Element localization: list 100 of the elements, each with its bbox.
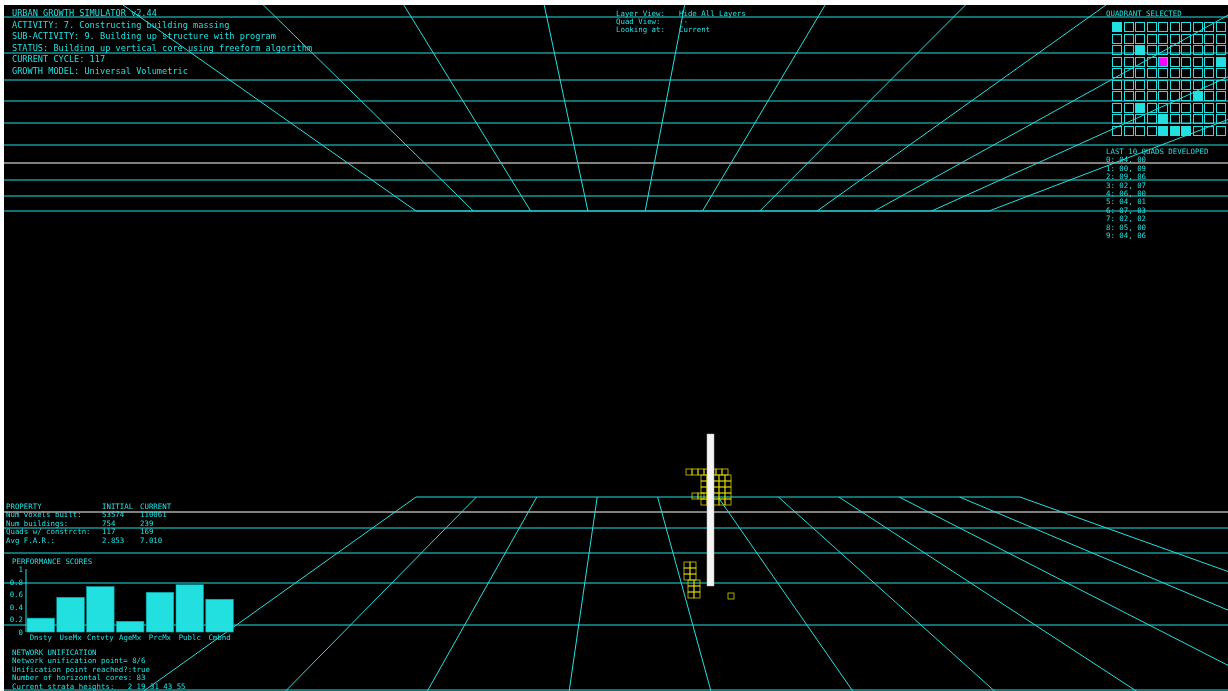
quadrant-cell[interactable] bbox=[1135, 79, 1145, 90]
quadrant-cell[interactable] bbox=[1192, 125, 1203, 136]
quadrant-cell[interactable] bbox=[1158, 79, 1168, 90]
quadrant-cell[interactable] bbox=[1112, 102, 1122, 113]
quadrant-cell[interactable] bbox=[1112, 125, 1122, 136]
quadrant-cell[interactable] bbox=[1146, 114, 1157, 125]
quadrant-cell[interactable] bbox=[1135, 114, 1145, 125]
quadrant-cell[interactable] bbox=[1169, 114, 1180, 125]
quadrant-cell[interactable] bbox=[1158, 68, 1168, 79]
quadrant-cell[interactable] bbox=[1181, 22, 1191, 33]
quadrant-cell[interactable] bbox=[1158, 45, 1168, 56]
quadrant-cell[interactable] bbox=[1192, 79, 1203, 90]
quadrant-cell[interactable] bbox=[1158, 125, 1168, 136]
quadrant-cell[interactable] bbox=[1215, 22, 1226, 33]
quadrant-cell[interactable] bbox=[1204, 91, 1214, 102]
quadrant-cell[interactable] bbox=[1169, 45, 1180, 56]
quadrant-cell[interactable] bbox=[1204, 114, 1214, 125]
quadrant-cell[interactable] bbox=[1215, 33, 1226, 44]
quadrant-cell[interactable] bbox=[1204, 125, 1214, 136]
quadrant-cell[interactable] bbox=[1181, 79, 1191, 90]
quadrant-cell[interactable] bbox=[1112, 68, 1122, 79]
quadrant-cell[interactable] bbox=[1123, 125, 1134, 136]
quadrant-cell[interactable] bbox=[1181, 68, 1191, 79]
quadrant-cell[interactable] bbox=[1181, 33, 1191, 44]
quadrant-cell[interactable] bbox=[1204, 102, 1214, 113]
quadrant-cell[interactable] bbox=[1215, 114, 1226, 125]
quadrant-cell[interactable] bbox=[1112, 22, 1122, 33]
quadrant-cell[interactable] bbox=[1192, 114, 1203, 125]
quadrant-cell[interactable] bbox=[1135, 56, 1145, 67]
quadrant-cell[interactable] bbox=[1146, 22, 1157, 33]
quadrant-cell[interactable] bbox=[1204, 79, 1214, 90]
quadrant-cell[interactable] bbox=[1146, 102, 1157, 113]
quadrant-cell[interactable] bbox=[1146, 79, 1157, 90]
quadrant-cell[interactable] bbox=[1123, 22, 1134, 33]
quadrant-cell[interactable] bbox=[1192, 33, 1203, 44]
quadrant-cell[interactable] bbox=[1215, 68, 1226, 79]
quadrant-cell[interactable] bbox=[1181, 45, 1191, 56]
quadrant-cell[interactable] bbox=[1158, 102, 1168, 113]
quadrant-cell[interactable] bbox=[1169, 91, 1180, 102]
quadrant-cell[interactable] bbox=[1215, 45, 1226, 56]
quadrant-cell[interactable] bbox=[1158, 114, 1168, 125]
quadrant-cell[interactable] bbox=[1169, 125, 1180, 136]
quadrant-cell[interactable] bbox=[1146, 45, 1157, 56]
quadrant-cell[interactable] bbox=[1181, 102, 1191, 113]
quadrant-cell[interactable] bbox=[1146, 56, 1157, 67]
quadrant-cell[interactable] bbox=[1204, 68, 1214, 79]
quadrant-cell[interactable] bbox=[1192, 45, 1203, 56]
quadrant-cell[interactable] bbox=[1123, 91, 1134, 102]
quadrant-cell[interactable] bbox=[1192, 68, 1203, 79]
quadrant-cell[interactable] bbox=[1204, 56, 1214, 67]
quadrant-cell[interactable] bbox=[1135, 33, 1145, 44]
quadrant-cell[interactable] bbox=[1192, 22, 1203, 33]
quadrant-cell[interactable] bbox=[1112, 114, 1122, 125]
quadrant-cell[interactable] bbox=[1204, 45, 1214, 56]
quadrant-cell[interactable] bbox=[1135, 45, 1145, 56]
quadrant-cell[interactable] bbox=[1181, 114, 1191, 125]
quadrant-cell[interactable] bbox=[1123, 79, 1134, 90]
quadrant-cell[interactable] bbox=[1123, 33, 1134, 44]
quadrant-cell[interactable] bbox=[1169, 68, 1180, 79]
quadrant-cell[interactable] bbox=[1215, 91, 1226, 102]
quadrant-cell[interactable] bbox=[1215, 102, 1226, 113]
quadrant-cell[interactable] bbox=[1158, 56, 1168, 67]
quadrant-cell[interactable] bbox=[1169, 22, 1180, 33]
quadrant-cell[interactable] bbox=[1135, 68, 1145, 79]
quadrant-cell[interactable] bbox=[1112, 56, 1122, 67]
quadrant-cell[interactable] bbox=[1204, 22, 1214, 33]
quadrant-cell[interactable] bbox=[1181, 56, 1191, 67]
quadrant-cell[interactable] bbox=[1112, 79, 1122, 90]
quadrant-cell[interactable] bbox=[1146, 68, 1157, 79]
quadrant-cell[interactable] bbox=[1158, 22, 1168, 33]
quadrant-cell[interactable] bbox=[1123, 102, 1134, 113]
quadrant-cell[interactable] bbox=[1135, 22, 1145, 33]
quadrant-cell[interactable] bbox=[1112, 45, 1122, 56]
quadrant-cell[interactable] bbox=[1181, 125, 1191, 136]
quadrant-cell[interactable] bbox=[1146, 125, 1157, 136]
quadrant-cell[interactable] bbox=[1192, 91, 1203, 102]
quadrant-cell[interactable] bbox=[1112, 91, 1122, 102]
quadrant-cell[interactable] bbox=[1146, 91, 1157, 102]
quadrant-cell[interactable] bbox=[1158, 33, 1168, 44]
quadrant-cell[interactable] bbox=[1181, 91, 1191, 102]
quadrant-cell[interactable] bbox=[1192, 102, 1203, 113]
quadrant-cell[interactable] bbox=[1135, 102, 1145, 113]
quadrant-cell[interactable] bbox=[1169, 56, 1180, 67]
quadrant-cell[interactable] bbox=[1215, 79, 1226, 90]
quadrant-cell[interactable] bbox=[1135, 91, 1145, 102]
quadrant-cell[interactable] bbox=[1169, 33, 1180, 44]
quadrant-cell[interactable] bbox=[1215, 56, 1226, 67]
quadrant-cell[interactable] bbox=[1123, 114, 1134, 125]
quadrant-cell[interactable] bbox=[1123, 56, 1134, 67]
quadrant-cell[interactable] bbox=[1215, 125, 1226, 136]
quadrant-cell[interactable] bbox=[1123, 68, 1134, 79]
quadrant-cell[interactable] bbox=[1169, 79, 1180, 90]
quadrant-cell[interactable] bbox=[1204, 33, 1214, 44]
quadrant-cell[interactable] bbox=[1112, 33, 1122, 44]
quadrant-cell[interactable] bbox=[1135, 125, 1145, 136]
quadrant-cell[interactable] bbox=[1192, 56, 1203, 67]
quadrant-cell[interactable] bbox=[1146, 33, 1157, 44]
quadrant-cell[interactable] bbox=[1158, 91, 1168, 102]
quadrant-cell[interactable] bbox=[1169, 102, 1180, 113]
quadrant-cell[interactable] bbox=[1123, 45, 1134, 56]
